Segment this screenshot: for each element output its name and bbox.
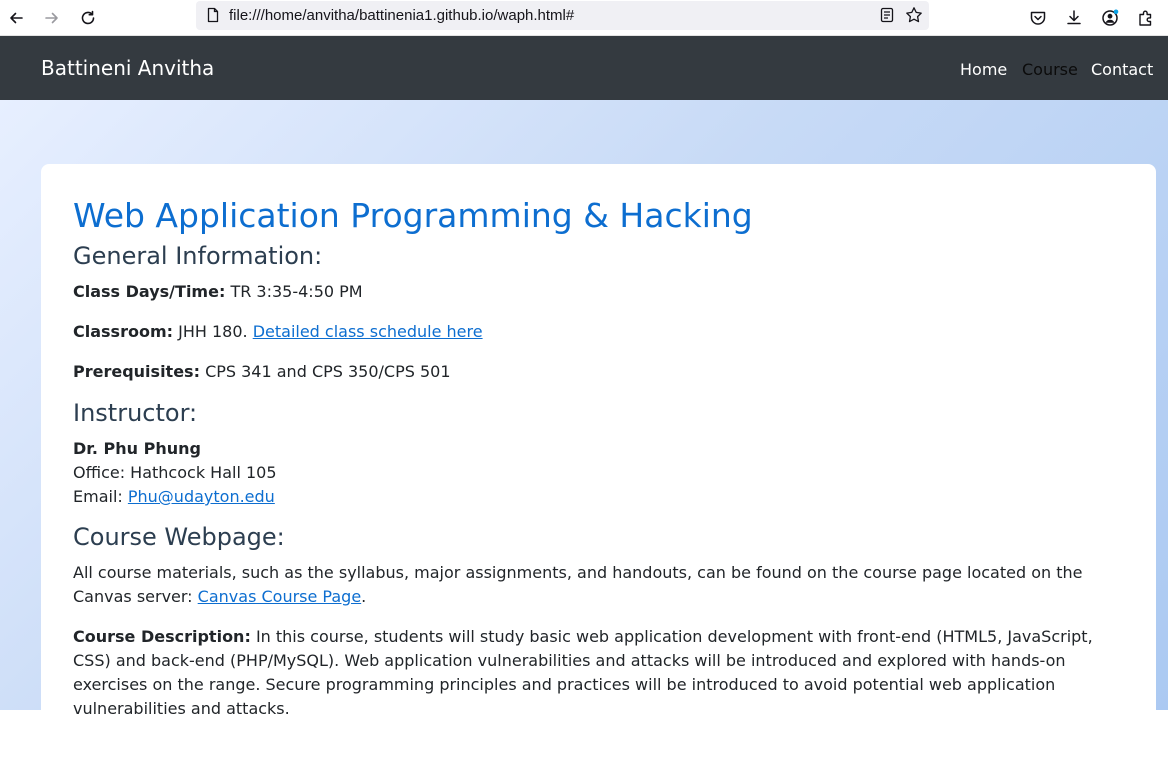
page-background: Web Application Programming & Hacking Ge… xyxy=(0,100,1168,764)
schedule-link[interactable]: Detailed class schedule here xyxy=(253,322,483,341)
content-card: Web Application Programming & Hacking Ge… xyxy=(41,164,1156,764)
back-arrow-icon[interactable] xyxy=(4,6,28,30)
course-description: Course Description: In this course, stud… xyxy=(73,625,1123,721)
instructor-heading: Instructor: xyxy=(73,399,198,427)
pocket-icon[interactable] xyxy=(1026,6,1050,30)
prereq-line: Prerequisites: CPS 341 and CPS 350/CPS 5… xyxy=(73,360,451,384)
nav-link-course[interactable]: Course xyxy=(1022,60,1078,79)
course-webpage-heading: Course Webpage: xyxy=(73,523,285,551)
course-webpage-text: All course materials, such as the syllab… xyxy=(73,561,1123,609)
email-link[interactable]: Phu@udayton.edu xyxy=(128,487,275,506)
nav-link-home[interactable]: Home xyxy=(960,60,1007,79)
canvas-course-link[interactable]: Canvas Course Page xyxy=(198,587,362,606)
extensions-icon[interactable] xyxy=(1134,6,1158,30)
page-title: Web Application Programming & Hacking xyxy=(73,196,753,235)
nav-link-contact[interactable]: Contact xyxy=(1091,60,1153,79)
site-navbar: Battineni Anvitha Home Course Contact xyxy=(0,36,1168,100)
star-icon[interactable] xyxy=(905,6,923,24)
reader-view-icon[interactable] xyxy=(879,7,895,23)
classroom-label: Classroom: xyxy=(73,322,174,341)
instructor-name: Dr. Phu Phung xyxy=(73,437,201,461)
page-icon xyxy=(207,7,219,23)
browser-toolbar: file:///home/anvitha/battinenia1.github.… xyxy=(0,0,1168,36)
class-days-line: Class Days/Time: TR 3:35-4:50 PM xyxy=(73,280,363,304)
course-description-label: Course Description: xyxy=(73,627,251,646)
class-days-value: TR 3:35-4:50 PM xyxy=(230,282,363,301)
download-icon[interactable] xyxy=(1062,6,1086,30)
general-info-heading: General Information: xyxy=(73,242,323,270)
classroom-line: Classroom: JHH 180. Detailed class sched… xyxy=(73,320,483,344)
prereq-label: Prerequisites: xyxy=(73,362,200,381)
class-days-label: Class Days/Time: xyxy=(73,282,226,301)
instructor-name-text: Dr. Phu Phung xyxy=(73,439,201,458)
email-label: Email: xyxy=(73,487,123,506)
url-text[interactable]: file:///home/anvitha/battinenia1.github.… xyxy=(229,7,574,24)
reload-icon[interactable] xyxy=(76,6,100,30)
navbar-brand[interactable]: Battineni Anvitha xyxy=(41,56,214,80)
url-bar[interactable]: file:///home/anvitha/battinenia1.github.… xyxy=(196,1,929,30)
period: . xyxy=(361,587,367,606)
prereq-value: CPS 341 and CPS 350/CPS 501 xyxy=(205,362,451,381)
account-icon[interactable] xyxy=(1098,6,1122,30)
forward-arrow-icon[interactable] xyxy=(40,6,64,30)
instructor-email-line: Email: Phu@udayton.edu xyxy=(73,485,275,509)
classroom-value: JHH 180. xyxy=(178,322,248,341)
instructor-office: Office: Hathcock Hall 105 xyxy=(73,463,277,482)
